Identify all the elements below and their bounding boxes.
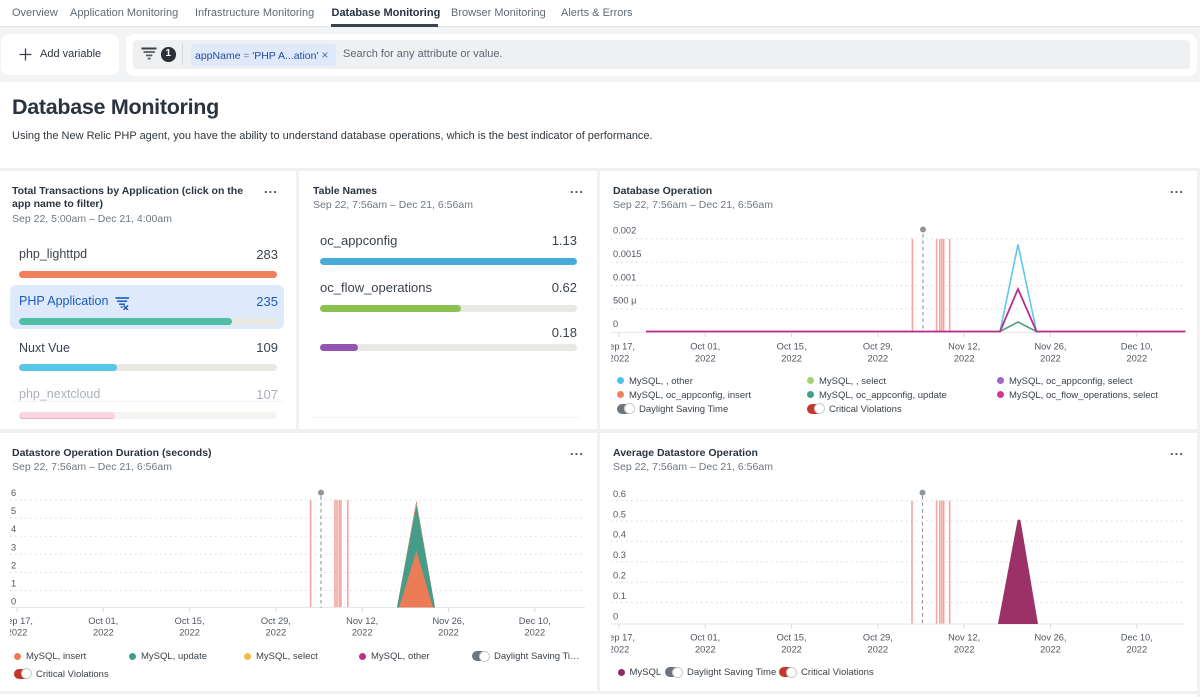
svg-text:0.5: 0.5 — [613, 509, 626, 519]
svg-text:2022: 2022 — [1126, 354, 1147, 364]
svg-text:2022: 2022 — [179, 628, 200, 638]
svg-text:5: 5 — [11, 506, 16, 516]
svg-text:2022: 2022 — [93, 628, 114, 638]
svg-text:2022: 2022 — [266, 628, 287, 638]
svg-text:500 µ: 500 µ — [613, 296, 637, 306]
svg-text:Sep 17,: Sep 17, — [603, 342, 635, 352]
svg-text:2022: 2022 — [954, 354, 975, 364]
svg-text:2022: 2022 — [1040, 354, 1061, 364]
svg-text:2022: 2022 — [695, 645, 716, 655]
svg-text:6: 6 — [11, 488, 16, 498]
svg-text:0.6: 0.6 — [613, 489, 626, 499]
svg-text:2022: 2022 — [868, 645, 889, 655]
svg-text:Nov 12,: Nov 12, — [346, 616, 378, 626]
svg-text:0: 0 — [613, 319, 618, 329]
svg-text:2022: 2022 — [1040, 645, 1061, 655]
svg-text:Oct 01,: Oct 01, — [690, 633, 720, 643]
svg-text:1: 1 — [11, 579, 16, 589]
svg-text:2: 2 — [11, 560, 16, 570]
svg-text:0: 0 — [613, 611, 618, 621]
svg-text:0.001: 0.001 — [613, 272, 636, 282]
svg-text:0.4: 0.4 — [613, 530, 626, 540]
svg-text:Oct 01,: Oct 01, — [690, 342, 720, 352]
svg-text:2022: 2022 — [7, 628, 28, 638]
svg-text:Oct 29,: Oct 29, — [261, 616, 291, 626]
svg-text:Nov 26,: Nov 26, — [432, 616, 464, 626]
svg-text:Sep 17,: Sep 17, — [603, 633, 635, 643]
svg-text:2022: 2022 — [609, 645, 630, 655]
svg-text:3: 3 — [11, 542, 16, 552]
svg-text:0.1: 0.1 — [613, 591, 626, 601]
svg-text:Dec 10,: Dec 10, — [1121, 633, 1153, 643]
svg-text:4: 4 — [11, 524, 16, 534]
svg-text:2022: 2022 — [524, 628, 545, 638]
svg-text:Oct 01,: Oct 01, — [88, 616, 118, 626]
svg-text:2022: 2022 — [868, 354, 889, 364]
svg-text:2022: 2022 — [781, 354, 802, 364]
svg-text:0.3: 0.3 — [613, 550, 626, 560]
svg-text:Oct 29,: Oct 29, — [863, 633, 893, 643]
svg-text:Nov 26,: Nov 26, — [1034, 342, 1066, 352]
svg-text:Dec 10,: Dec 10, — [519, 616, 551, 626]
svg-text:2022: 2022 — [1126, 645, 1147, 655]
svg-text:0.0015: 0.0015 — [613, 249, 641, 259]
svg-text:0.2: 0.2 — [613, 571, 626, 581]
svg-text:2022: 2022 — [609, 354, 630, 364]
svg-text:Nov 26,: Nov 26, — [1034, 633, 1066, 643]
svg-text:Dec 10,: Dec 10, — [1121, 342, 1153, 352]
svg-text:Nov 12,: Nov 12, — [948, 633, 980, 643]
svg-text:2022: 2022 — [954, 645, 975, 655]
svg-text:2022: 2022 — [352, 628, 373, 638]
svg-text:Nov 12,: Nov 12, — [948, 342, 980, 352]
svg-text:0.002: 0.002 — [613, 226, 636, 236]
svg-text:2022: 2022 — [438, 628, 459, 638]
svg-text:0: 0 — [11, 597, 16, 607]
svg-text:Oct 29,: Oct 29, — [863, 342, 893, 352]
svg-text:2022: 2022 — [695, 354, 716, 364]
svg-text:Oct 15,: Oct 15, — [777, 633, 807, 643]
svg-text:Oct 15,: Oct 15, — [777, 342, 807, 352]
svg-text:Oct 15,: Oct 15, — [175, 616, 205, 626]
svg-text:Sep 17,: Sep 17, — [1, 616, 33, 626]
svg-text:2022: 2022 — [781, 645, 802, 655]
